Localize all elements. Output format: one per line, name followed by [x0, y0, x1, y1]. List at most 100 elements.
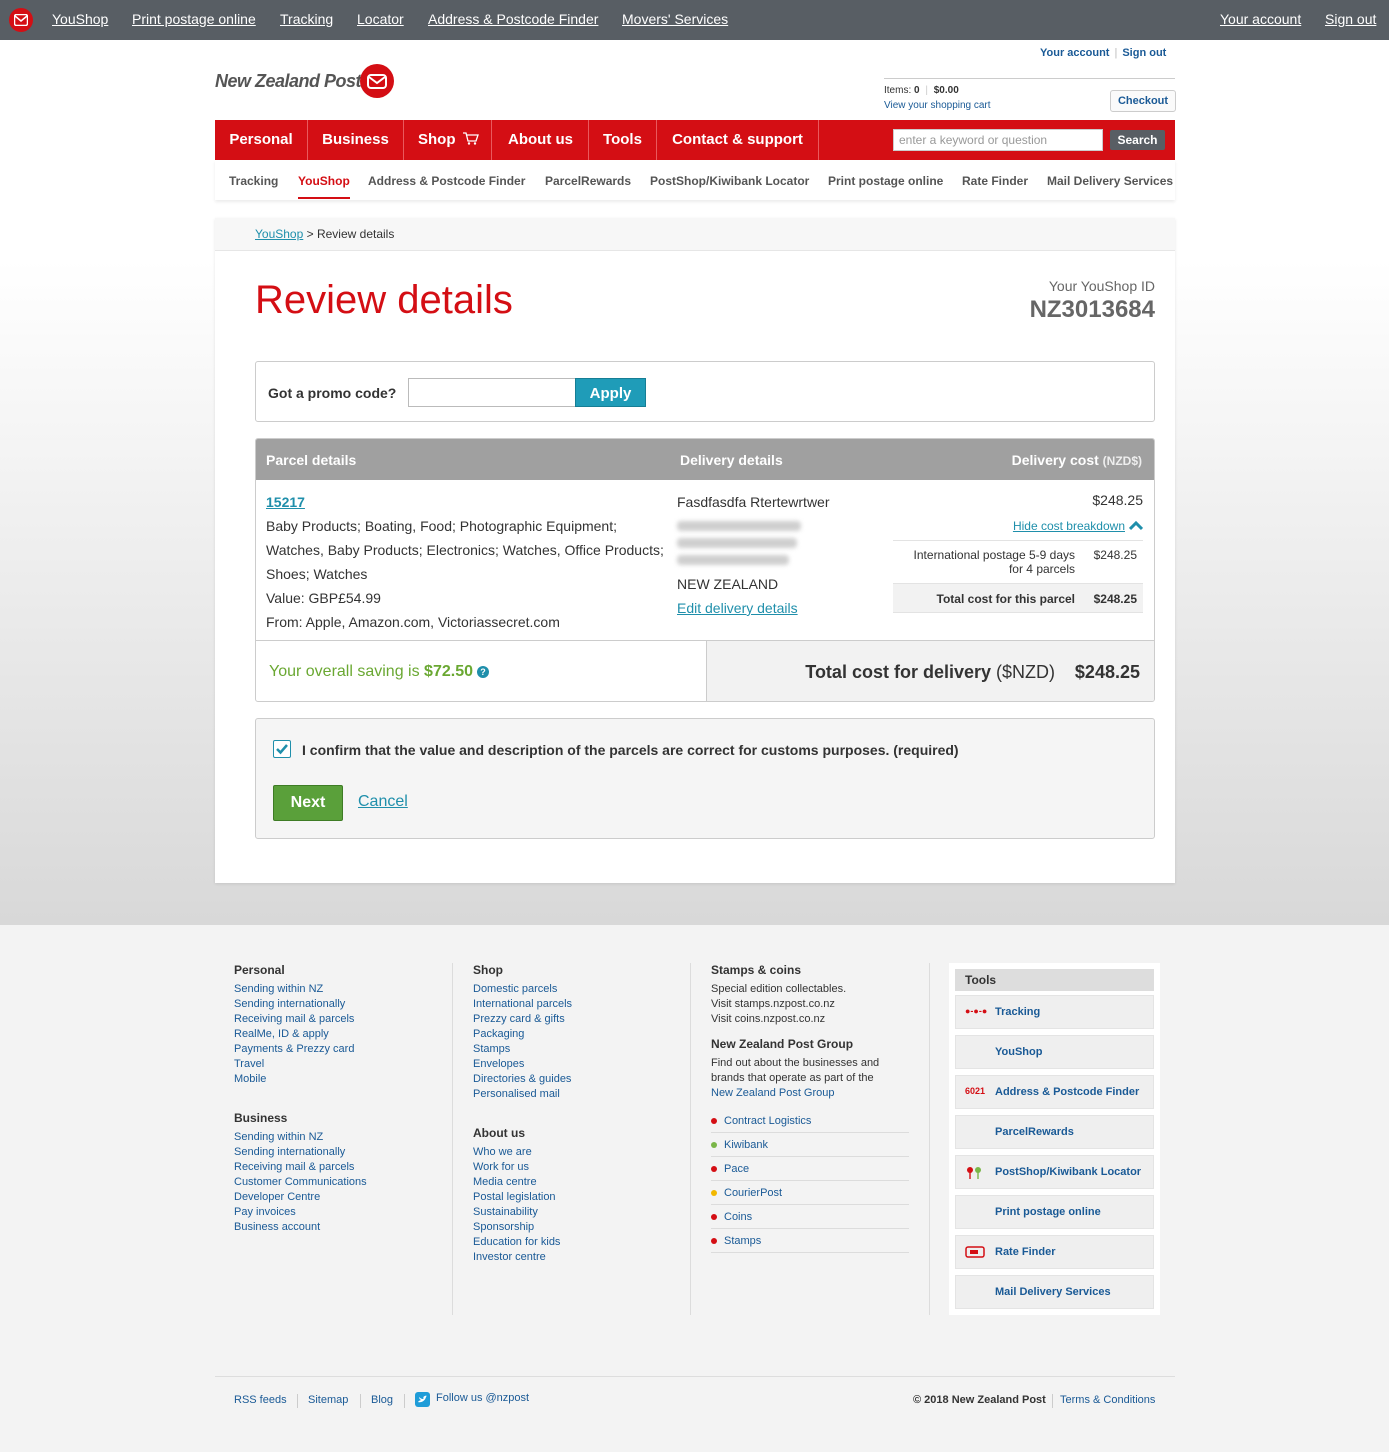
subnav-tracking[interactable]: Tracking [229, 174, 278, 188]
group-link[interactable]: Coins [711, 1205, 909, 1229]
terms-link[interactable]: Terms & Conditions [1060, 1394, 1155, 1406]
breadcrumb-youshop[interactable]: YouShop [255, 227, 303, 241]
topbar-link-locator[interactable]: Locator [357, 11, 404, 27]
footer-link[interactable]: Sending within NZ [234, 982, 367, 997]
nzpost-mail-icon[interactable] [9, 8, 33, 32]
footer-link[interactable]: Mobile [234, 1072, 367, 1087]
footer-link[interactable]: Customer Communications [234, 1175, 367, 1190]
tool-parcelrewards[interactable]: ParcelRewards [955, 1115, 1154, 1149]
footer-link[interactable]: Receiving mail & parcels [234, 1012, 367, 1027]
apply-button[interactable]: Apply [575, 378, 646, 407]
twitter-icon[interactable] [415, 1392, 430, 1410]
nav-contact-support[interactable]: Contact & support [657, 120, 819, 160]
topbar-your-account[interactable]: Your account [1220, 11, 1301, 27]
subnav-print-postage[interactable]: Print postage online [828, 174, 943, 188]
topbar-link-address-finder[interactable]: Address & Postcode Finder [428, 11, 598, 27]
confirm-checkbox[interactable] [273, 740, 291, 758]
topbar-link-youshop[interactable]: YouShop [52, 11, 108, 27]
group-link[interactable]: Contract Logistics [711, 1109, 909, 1133]
footer-link[interactable]: Developer Centre [234, 1190, 367, 1205]
footer-link[interactable]: Travel [234, 1057, 367, 1072]
footer-link[interactable]: RealMe, ID & apply [234, 1027, 367, 1042]
sub-nav: Tracking YouShop Address & Postcode Find… [215, 160, 1175, 200]
footer-link[interactable]: Personalised mail [473, 1087, 572, 1102]
footer-link[interactable]: Stamps [473, 1042, 572, 1057]
hide-cost-breakdown-link[interactable]: Hide cost breakdown [1013, 519, 1125, 533]
next-button[interactable]: Next [273, 785, 343, 821]
footer-link[interactable]: Who we are [473, 1145, 572, 1160]
your-account-link[interactable]: Your account [1040, 47, 1109, 59]
subnav-mail-delivery[interactable]: Mail Delivery Services [1047, 174, 1173, 188]
nav-shop[interactable]: Shop [404, 120, 492, 160]
group-link[interactable]: Stamps [711, 1229, 909, 1253]
topbar-link-movers[interactable]: Movers' Services [622, 11, 728, 27]
footer-link[interactable]: International parcels [473, 997, 572, 1012]
group-link[interactable]: Pace [711, 1157, 909, 1181]
topbar-sign-out[interactable]: Sign out [1325, 11, 1376, 27]
topbar-link-tracking[interactable]: Tracking [280, 11, 333, 27]
footer-link[interactable]: Investor centre [473, 1250, 572, 1265]
footer-link[interactable]: Packaging [473, 1027, 572, 1042]
footer-link[interactable]: Sending internationally [234, 1145, 367, 1160]
parcel-id-link[interactable]: 15217 [266, 494, 305, 510]
review-card: YouShop > Review details Review details … [215, 218, 1175, 883]
tool-print-postage[interactable]: Print postage online [955, 1195, 1154, 1229]
cart-items-count: 0 [914, 85, 920, 96]
view-cart-link[interactable]: View your shopping cart [884, 100, 991, 111]
saving-amount: $72.50 [424, 663, 473, 680]
tool-locator[interactable]: PostShop/Kiwibank Locator [955, 1155, 1154, 1189]
tool-tracking[interactable]: ●-●-● Tracking [955, 995, 1154, 1029]
footer-link[interactable]: Payments & Prezzy card [234, 1042, 367, 1057]
nav-about-us[interactable]: About us [493, 120, 589, 160]
footer-link[interactable]: Business account [234, 1220, 367, 1235]
chevron-up-icon[interactable] [1129, 521, 1143, 531]
footer-link[interactable]: New Zealand Post Group [711, 1086, 909, 1101]
parcel-cost: $248.25 [1092, 492, 1143, 508]
edit-delivery-link[interactable]: Edit delivery details [677, 600, 798, 616]
footer-link[interactable]: Sending internationally [234, 997, 367, 1012]
promo-code-input[interactable] [408, 378, 576, 407]
footer-link[interactable]: Sponsorship [473, 1220, 572, 1235]
help-icon[interactable]: ? [476, 666, 489, 678]
subnav-locator[interactable]: PostShop/Kiwibank Locator [650, 174, 809, 188]
footer-link[interactable]: Postal legislation [473, 1190, 572, 1205]
search-input[interactable]: enter a keyword or question [893, 129, 1103, 151]
footer-link[interactable]: Sending within NZ [234, 1130, 367, 1145]
footer-link[interactable]: Education for kids [473, 1235, 572, 1250]
nav-tools[interactable]: Tools [589, 120, 657, 160]
tool-address-finder[interactable]: 6021 Address & Postcode Finder [955, 1075, 1154, 1109]
sitemap-link[interactable]: Sitemap [308, 1394, 348, 1406]
footer-link[interactable]: Domestic parcels [473, 982, 572, 997]
footer-link[interactable]: Receiving mail & parcels [234, 1160, 367, 1175]
search-button[interactable]: Search [1110, 130, 1165, 150]
footer-link[interactable]: Envelopes [473, 1057, 572, 1072]
group-link-label: Kiwibank [724, 1139, 769, 1151]
footer-link[interactable]: Pay invoices [234, 1205, 367, 1220]
footer-link[interactable]: Work for us [473, 1160, 572, 1175]
tool-mail-delivery[interactable]: Mail Delivery Services [955, 1275, 1154, 1309]
group-link[interactable]: CourierPost [711, 1181, 909, 1205]
nav-business[interactable]: Business [308, 120, 404, 160]
subnav-parcelrewards[interactable]: ParcelRewards [545, 174, 631, 188]
footer-link[interactable]: Prezzy card & gifts [473, 1012, 572, 1027]
subnav-rate-finder[interactable]: Rate Finder [962, 174, 1028, 188]
tool-youshop[interactable]: YouShop [955, 1035, 1154, 1069]
checkout-button[interactable]: Checkout [1110, 90, 1176, 112]
footer-link[interactable]: Sustainability [473, 1205, 572, 1220]
subnav-youshop[interactable]: YouShop [298, 174, 350, 188]
footer-link[interactable]: Media centre [473, 1175, 572, 1190]
subnav-address-finder[interactable]: Address & Postcode Finder [368, 174, 525, 188]
total-label: Total cost for delivery [805, 662, 996, 682]
parcel-desc-line: Baby Products; Boating, Food; Photograph… [266, 518, 617, 534]
sign-out-link[interactable]: Sign out [1122, 47, 1166, 59]
blog-link[interactable]: Blog [371, 1394, 393, 1406]
group-link[interactable]: Kiwibank [711, 1133, 909, 1157]
footer-link[interactable]: Directories & guides [473, 1072, 572, 1087]
cancel-link[interactable]: Cancel [358, 793, 408, 811]
tool-rate-finder[interactable]: Rate Finder [955, 1235, 1154, 1269]
follow-twitter-link[interactable]: Follow us @nzpost [436, 1392, 529, 1404]
tracking-icon: ●-●-● [965, 1006, 988, 1016]
nav-personal[interactable]: Personal [215, 120, 308, 160]
topbar-link-print-postage[interactable]: Print postage online [132, 11, 256, 27]
rss-feeds-link[interactable]: RSS feeds [234, 1394, 287, 1406]
